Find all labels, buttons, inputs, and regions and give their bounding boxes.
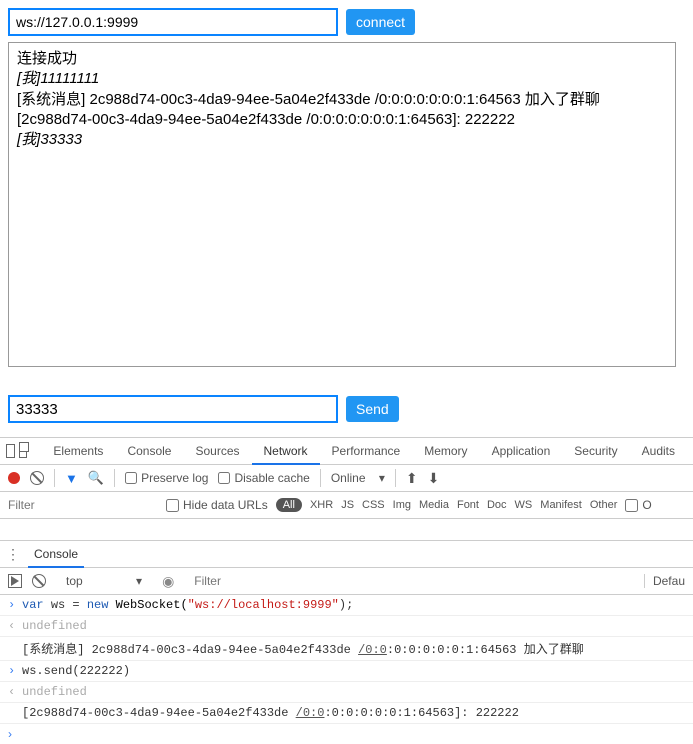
console-line: ‹undefined <box>0 616 693 637</box>
preserve-log-checkbox[interactable]: Preserve log <box>125 471 208 485</box>
upload-icon[interactable]: ⬆ <box>406 470 418 487</box>
log-line: [2c988d74-00c3-4da9-94ee-5a04e2f433de /0… <box>17 110 667 130</box>
devtools-panel: ElementsConsoleSourcesNetworkPerformance… <box>0 437 693 744</box>
log-line: [我]11111111 <box>17 69 667 89</box>
trailing-checkbox[interactable]: O <box>625 498 651 512</box>
log-box: 连接成功[我]11111111[系统消息] 2c988d74-00c3-4da9… <box>8 42 676 367</box>
connect-button[interactable]: connect <box>346 9 415 35</box>
tab-application[interactable]: Application <box>480 438 563 465</box>
context-select[interactable]: top ▾ <box>66 574 142 588</box>
filter-type-doc[interactable]: Doc <box>487 499 507 511</box>
network-body <box>0 519 693 541</box>
download-icon[interactable]: ⬇ <box>428 470 440 487</box>
log-line: 连接成功 <box>17 49 667 69</box>
log-line: [系统消息] 2c988d74-00c3-4da9-94ee-5a04e2f43… <box>17 90 667 110</box>
filter-type-media[interactable]: Media <box>419 499 449 511</box>
clear-console-icon[interactable] <box>32 574 46 588</box>
console-line: [系统消息] 2c988d74-00c3-4da9-94ee-5a04e2f43… <box>0 637 693 661</box>
drawer-menu-icon[interactable]: ⋮ <box>6 546 20 563</box>
send-button[interactable]: Send <box>346 396 399 422</box>
console-filter-input[interactable] <box>194 574 634 588</box>
divider <box>54 469 55 487</box>
filter-type-ws[interactable]: WS <box>515 499 533 511</box>
log-level-select[interactable]: Defau <box>644 574 685 588</box>
live-expression-icon[interactable]: ◉ <box>162 573 174 590</box>
drawer-tab-console[interactable]: Console <box>28 541 84 568</box>
tab-sources[interactable]: Sources <box>183 438 251 465</box>
ws-url-input[interactable] <box>8 8 338 36</box>
filter-type-css[interactable]: CSS <box>362 499 385 511</box>
filter-type-js[interactable]: JS <box>341 499 354 511</box>
log-line: [我]33333 <box>17 130 667 150</box>
tab-security[interactable]: Security <box>562 438 629 465</box>
tab-performance[interactable]: Performance <box>320 438 413 465</box>
filter-type-manifest[interactable]: Manifest <box>540 499 582 511</box>
filter-type-other[interactable]: Other <box>590 499 618 511</box>
execute-icon[interactable] <box>8 574 22 588</box>
tab-network[interactable]: Network <box>252 438 320 465</box>
console-line: ›ws.send(222222) <box>0 661 693 682</box>
device-toolbar-icon[interactable] <box>19 444 28 458</box>
message-input[interactable] <box>8 395 338 423</box>
divider <box>395 469 396 487</box>
disable-cache-checkbox[interactable]: Disable cache <box>218 471 309 485</box>
network-filter-input[interactable] <box>8 498 158 512</box>
filter-type-xhr[interactable]: XHR <box>310 499 333 511</box>
record-icon[interactable] <box>8 472 20 484</box>
console-line: [2c988d74-00c3-4da9-94ee-5a04e2f433de /0… <box>0 703 693 724</box>
inspect-element-icon[interactable] <box>6 444 15 458</box>
filter-type-font[interactable]: Font <box>457 499 479 511</box>
hide-data-urls-checkbox[interactable]: Hide data URLs <box>166 498 268 512</box>
tab-memory[interactable]: Memory <box>412 438 479 465</box>
clear-icon[interactable] <box>30 471 44 485</box>
console-line: ›var ws = new WebSocket("ws://localhost:… <box>0 595 693 616</box>
throttle-select[interactable]: Online ▾ <box>331 471 385 485</box>
search-icon[interactable]: 🔍 <box>88 470 104 486</box>
divider <box>114 469 115 487</box>
tab-console[interactable]: Console <box>115 438 183 465</box>
tab-audits[interactable]: Audits <box>630 438 687 465</box>
filter-type-img[interactable]: Img <box>393 499 411 511</box>
tab-elements[interactable]: Elements <box>41 438 115 465</box>
console-line: ‹undefined <box>0 682 693 703</box>
console-prompt[interactable]: › <box>0 724 693 744</box>
divider <box>320 469 321 487</box>
filter-icon[interactable]: ▼ <box>65 471 78 486</box>
filter-all-pill[interactable]: All <box>276 498 302 512</box>
